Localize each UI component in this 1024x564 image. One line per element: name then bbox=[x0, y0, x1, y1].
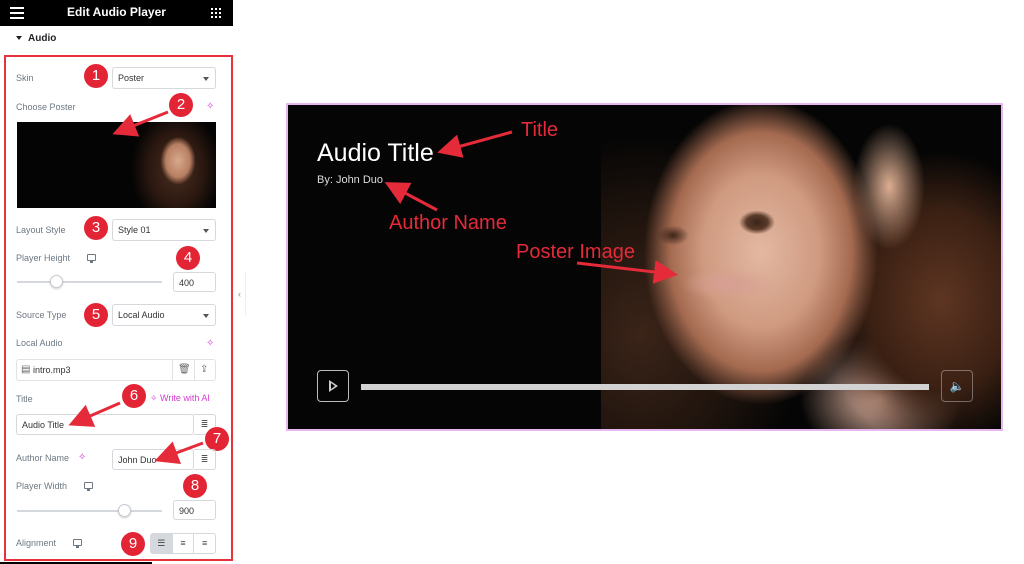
speaker-icon: 🔈 bbox=[949, 379, 965, 393]
section-title: Audio bbox=[28, 33, 57, 44]
volume-button[interactable]: 🔈 bbox=[941, 370, 973, 402]
layout-style-label: Layout Style bbox=[16, 225, 66, 235]
chevron-down-icon bbox=[203, 229, 209, 233]
player-height-slider-handle[interactable] bbox=[50, 275, 63, 288]
skin-label: Skin bbox=[16, 73, 34, 83]
align-center-icon[interactable]: ≡ bbox=[173, 534, 195, 553]
local-audio-file[interactable]: ▤ intro.mp3 🗑 ⇪ bbox=[16, 359, 216, 381]
annotation-poster: Poster Image bbox=[516, 241, 635, 263]
source-type-select[interactable]: Local Audio bbox=[112, 304, 216, 326]
player-width-slider-handle[interactable] bbox=[118, 504, 131, 517]
badge-6: 6 bbox=[122, 384, 146, 408]
poster-image bbox=[116, 122, 216, 208]
title-label: Title bbox=[16, 394, 33, 404]
chevron-down-icon bbox=[203, 314, 209, 318]
layout-style-select[interactable]: Style 01 bbox=[112, 219, 216, 241]
ai-sparkle-icon[interactable]: ✧ bbox=[78, 452, 86, 463]
choose-poster-label: Choose Poster bbox=[16, 102, 76, 112]
collapse-panel-toggle[interactable]: ‹ bbox=[234, 272, 246, 316]
alignment-control: ☰ ≡ ≡ bbox=[150, 533, 216, 554]
section-audio-toggle[interactable]: Audio bbox=[16, 33, 56, 44]
desktop-icon[interactable] bbox=[84, 482, 93, 491]
audio-player-preview: Audio Title By: John Duo 🔈 bbox=[286, 103, 1003, 431]
author-name-label: Author Name bbox=[16, 453, 70, 463]
caret-down-icon bbox=[16, 36, 22, 40]
title-input[interactable]: Audio Title bbox=[16, 414, 194, 435]
editor-panel: Edit Audio Player Audio Skin 1 Poster Ch… bbox=[0, 0, 233, 564]
divider bbox=[172, 360, 173, 380]
file-name: intro.mp3 bbox=[33, 365, 71, 375]
ai-sparkle-icon[interactable]: ✧ bbox=[206, 101, 214, 112]
dynamic-tags-icon[interactable]: ≣ bbox=[194, 449, 216, 470]
player-width-label: Player Width bbox=[16, 481, 68, 491]
player-height-input[interactable]: 400 bbox=[173, 272, 216, 292]
badge-8: 8 bbox=[183, 474, 207, 498]
chevron-down-icon bbox=[203, 77, 209, 81]
poster-thumbnail[interactable] bbox=[17, 122, 216, 208]
layout-style-value: Style 01 bbox=[118, 225, 151, 235]
player-height-label: Player Height bbox=[16, 253, 71, 263]
skin-select[interactable]: Poster bbox=[112, 67, 216, 89]
local-audio-label: Local Audio bbox=[16, 338, 63, 348]
badge-4: 4 bbox=[176, 246, 200, 270]
panel-title: Edit Audio Player bbox=[67, 5, 166, 19]
divider bbox=[194, 360, 195, 380]
desktop-icon[interactable] bbox=[73, 539, 82, 548]
player-width-input[interactable]: 900 bbox=[173, 500, 216, 520]
editor-header: Edit Audio Player bbox=[0, 0, 233, 26]
badge-2: 2 bbox=[169, 93, 193, 117]
write-with-ai-button[interactable]: ✧ Write with AI bbox=[150, 393, 210, 404]
grid-icon[interactable] bbox=[211, 8, 221, 18]
align-right-icon[interactable]: ≡ bbox=[194, 534, 215, 553]
badge-9: 9 bbox=[121, 532, 145, 556]
badge-5: 5 bbox=[84, 303, 108, 327]
badge-3: 3 bbox=[84, 216, 108, 240]
align-left-icon[interactable]: ☰ bbox=[151, 534, 173, 553]
annotation-title: Title bbox=[521, 119, 559, 141]
write-with-ai-label: Write with AI bbox=[160, 393, 210, 403]
source-type-value: Local Audio bbox=[118, 310, 165, 320]
badge-7: 7 bbox=[205, 427, 229, 451]
player-author: By: John Duo bbox=[317, 174, 384, 186]
trash-icon[interactable]: 🗑 bbox=[178, 364, 191, 375]
player-width-slider[interactable] bbox=[17, 510, 162, 512]
play-button[interactable] bbox=[317, 370, 349, 402]
upload-icon[interactable]: ⇪ bbox=[200, 364, 208, 375]
progress-bar[interactable] bbox=[361, 384, 929, 390]
player-title: Audio Title bbox=[317, 139, 434, 167]
skin-value: Poster bbox=[118, 73, 145, 83]
ai-sparkle-icon[interactable]: ✧ bbox=[206, 338, 214, 349]
author-name-input[interactable]: John Duo bbox=[112, 449, 194, 470]
desktop-icon[interactable] bbox=[87, 254, 96, 263]
player-height-slider[interactable] bbox=[17, 281, 162, 283]
alignment-label: Alignment bbox=[16, 538, 57, 548]
source-type-label: Source Type bbox=[16, 310, 67, 320]
annotation-author: Author Name bbox=[389, 212, 507, 234]
file-icon: ▤ bbox=[21, 364, 31, 375]
badge-1: 1 bbox=[84, 64, 108, 88]
